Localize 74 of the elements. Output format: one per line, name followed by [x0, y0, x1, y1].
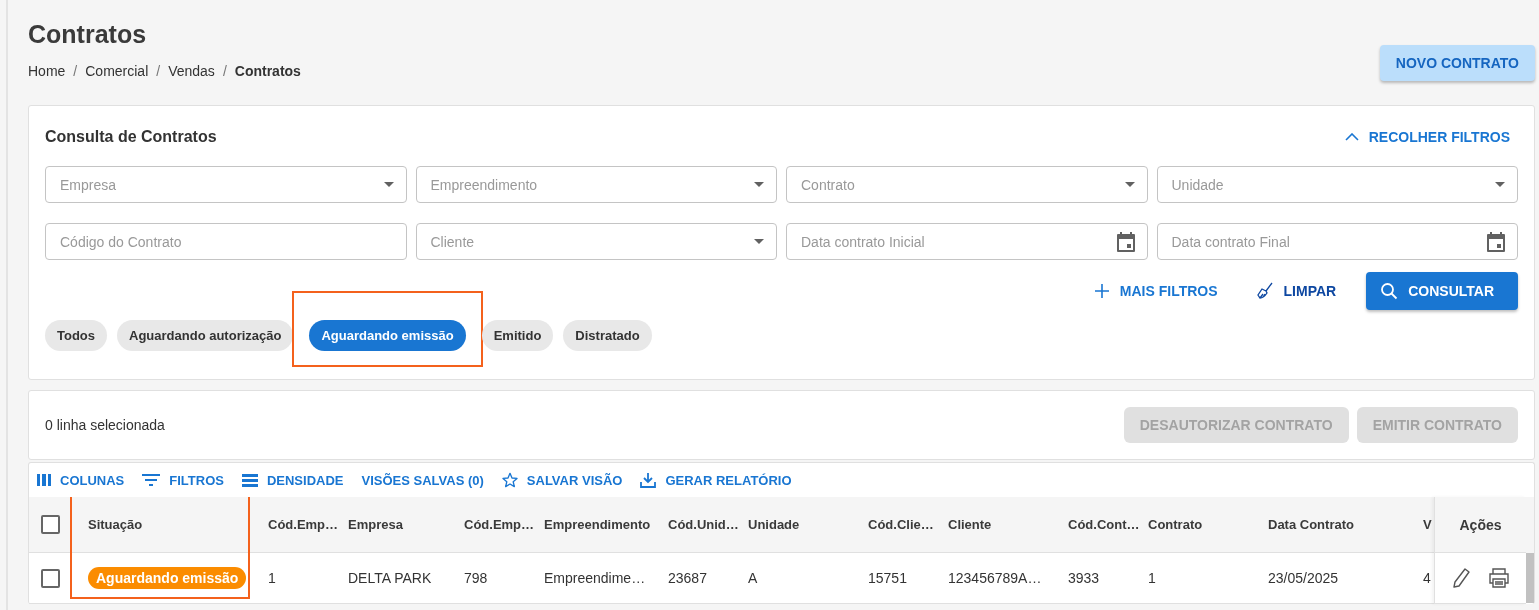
search-button[interactable]: CONSULTAR	[1366, 272, 1518, 310]
column-header[interactable]: Cód.Unid…	[668, 517, 739, 532]
filter-chip[interactable]: Aguardando emissão	[309, 320, 466, 351]
table-cell-text: DELTA PARK	[347, 570, 433, 586]
download-icon	[640, 472, 657, 488]
dropdown-caret-icon[interactable]	[383, 182, 394, 187]
page-title: Contratos	[28, 20, 148, 49]
table-cell-text: 4	[1422, 570, 1432, 586]
table-cell-text: 23687	[667, 570, 708, 586]
columns-icon	[37, 474, 51, 486]
printer-icon[interactable]	[1487, 568, 1510, 588]
checkbox[interactable]	[40, 515, 60, 534]
dropdown-caret-icon[interactable]	[754, 182, 764, 187]
filter-chip[interactable]: Todos	[45, 320, 108, 351]
selection-count: 0 linha selecionada	[45, 417, 165, 433]
toolbar-button[interactable]: DENSIDADE	[241, 472, 344, 488]
new-contract-button[interactable]: NOVO CONTRATO	[1379, 45, 1535, 81]
toolbar-button[interactable]: SALVAR VISÃO	[501, 472, 623, 488]
filter-chip[interactable]: Aguardando autorização	[117, 320, 294, 351]
table-cell-text: 23/05/2025	[1267, 570, 1340, 586]
column-header[interactable]: Empresa	[348, 517, 403, 532]
more-filters-button[interactable]: MAIS FILTROS	[1085, 283, 1226, 299]
column-header[interactable]: Unidade	[748, 517, 800, 532]
column-header: Ações	[1459, 516, 1502, 533]
table-cell-text: 3933	[1067, 570, 1101, 586]
toolbar-button[interactable]: VISÕES SALVAS (0)	[361, 472, 484, 488]
table-cell-text: 123456789A…	[947, 570, 1043, 586]
filter-chip[interactable]: Distratado	[563, 320, 652, 351]
table-cell-text: 15751	[867, 570, 908, 586]
star-icon	[501, 472, 518, 488]
filter-chip[interactable]: Emitido	[481, 320, 554, 351]
table-cell-text: 798	[463, 570, 489, 586]
collapse-filters-button[interactable]: RECOLHER FILTROS	[1336, 129, 1518, 145]
dropdown-caret-icon[interactable]	[754, 239, 764, 244]
column-header[interactable]: Contrato	[1148, 517, 1203, 532]
toolbar-button[interactable]: FILTROS	[142, 472, 224, 488]
table-cell-text: Empreendime…	[543, 570, 647, 586]
breadcrumb-link[interactable]: Vendas	[168, 63, 215, 79]
breadcrumb-separator: /	[156, 63, 161, 79]
status-badge: Aguardando emissão	[88, 567, 247, 589]
calendar-icon[interactable]	[1116, 231, 1135, 252]
dropdown-caret-icon[interactable]	[1495, 182, 1505, 187]
filter-icon	[142, 474, 161, 486]
column-header[interactable]: V	[1423, 517, 1432, 532]
breadcrumb-separator: /	[222, 63, 227, 79]
column-header[interactable]: Situação	[88, 517, 143, 532]
plus-icon	[1093, 283, 1110, 299]
breadcrumb-link[interactable]: Home	[28, 63, 66, 79]
table-cell-text: 1	[267, 570, 277, 586]
dropdown-caret-icon[interactable]	[1124, 182, 1135, 187]
section-title: Consulta de Contratos	[45, 128, 217, 146]
clear-button[interactable]: LIMPAR	[1247, 282, 1345, 300]
toolbar-button[interactable]: GERAR RELATÓRIO	[640, 472, 792, 488]
broom-icon	[1255, 282, 1274, 300]
column-header[interactable]: Empreendimento	[544, 517, 651, 532]
column-header[interactable]: Cód.Emp…	[464, 517, 535, 532]
toolbar-button[interactable]: COLUNAS	[37, 472, 125, 488]
column-header[interactable]: Cliente	[948, 517, 992, 532]
search-icon	[1380, 282, 1399, 300]
calendar-icon[interactable]	[1487, 231, 1505, 252]
checkbox[interactable]	[40, 568, 60, 588]
table-cell-text: 1	[1147, 570, 1157, 586]
breadcrumb-separator: /	[73, 63, 78, 79]
table-cell-text: A	[747, 570, 759, 586]
pencil-icon[interactable]	[1451, 568, 1470, 588]
column-header[interactable]: Cód.Emp…	[268, 517, 339, 532]
breadcrumb-link[interactable]: Comercial	[85, 63, 149, 79]
column-header[interactable]: Cód.Clie…	[868, 517, 934, 532]
scrollbar-thumb[interactable]	[1526, 553, 1534, 603]
chevron-up-icon	[1344, 133, 1359, 141]
column-header[interactable]: Cód.Cont…	[1068, 517, 1140, 532]
list-lines-icon	[241, 473, 258, 487]
column-header[interactable]: Data Contrato	[1268, 517, 1354, 532]
scrollbar[interactable]	[1526, 497, 1534, 604]
